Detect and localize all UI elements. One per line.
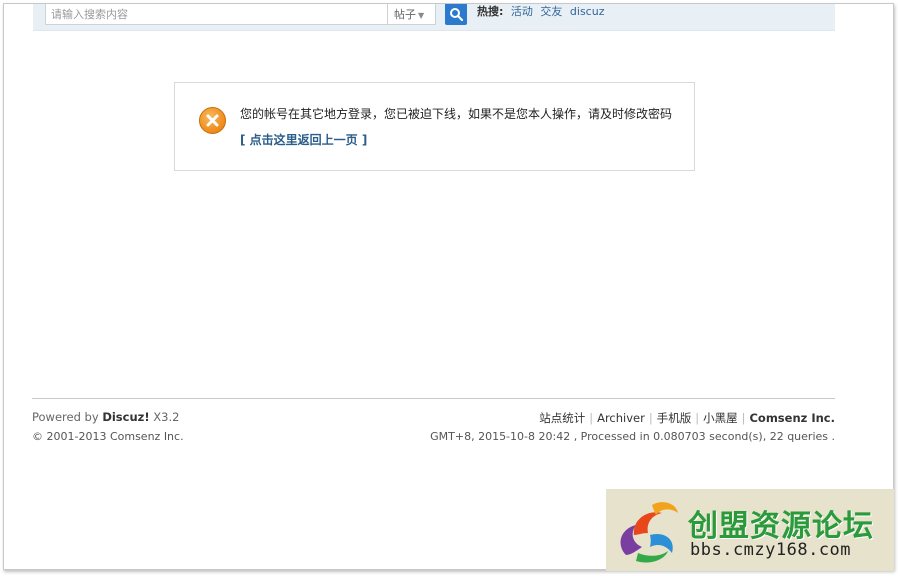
copyright: © 2001-2013 Comsenz Inc. [32,430,184,443]
search-type-label: 帖子 [394,8,416,21]
cmzy-logo-icon [620,502,678,563]
alert-message-box: 您的帐号在其它地方登录，您已被迫下线，如果不是您本人操作，请及时修改密码 [ 点… [174,82,695,171]
powered-brand-link[interactable]: Discuz! [102,410,149,424]
hot-search: 热搜: 活动 交友 discuz [477,4,604,20]
watermark-url: bbs.cmzy168.com [690,540,852,560]
footer-link-company[interactable]: Comsenz Inc. [749,411,835,425]
footer-link-archiver[interactable]: Archiver [597,411,645,425]
search-input[interactable]: 请输入搜索内容 [45,4,388,25]
footer-link-blackroom[interactable]: 小黑屋 [703,411,738,425]
watermark-banner: 创盟资源论坛 bbs.cmzy168.com [606,489,894,571]
alert-message-text: 您的帐号在其它地方登录，您已被迫下线，如果不是您本人操作，请及时修改密码 [240,107,673,121]
watermark-title: 创盟资源论坛 [688,509,874,544]
search-button[interactable] [445,4,467,25]
hot-search-label: 热搜: [477,5,504,18]
powered-by: Powered by Discuz! X3.2 [32,410,179,424]
chevron-down-icon: ▼ [418,11,425,20]
footer-separator: | [648,411,653,425]
hot-link-discuz[interactable]: discuz [570,5,605,18]
back-link[interactable]: [ 点击这里返回上一页 ] [240,131,367,148]
search-icon [450,8,463,21]
footer-separator: | [741,411,746,425]
footer-divider [32,398,835,399]
footer-separator: | [695,411,700,425]
footer-stats: GMT+8, 2015-10-8 20:42 , Processed in 0.… [430,430,835,443]
hot-link-activity[interactable]: 活动 [511,5,533,18]
hot-link-friends[interactable]: 交友 [540,5,562,18]
powered-version: X3.2 [153,410,180,424]
error-icon [199,107,226,134]
footer-separator: | [589,411,594,425]
footer-link-mobile[interactable]: 手机版 [657,411,692,425]
powered-prefix: Powered by [32,410,99,424]
footer-link-stats[interactable]: 站点统计 [539,411,585,425]
search-bar: 请输入搜索内容 帖子 ▼ 热搜: 活动 交友 discuz [33,4,835,31]
search-type-select[interactable]: 帖子 ▼ [388,4,436,25]
footer-nav: 站点统计 | Archiver | 手机版 | 小黑屋 | Comsenz Inc. [539,410,835,426]
